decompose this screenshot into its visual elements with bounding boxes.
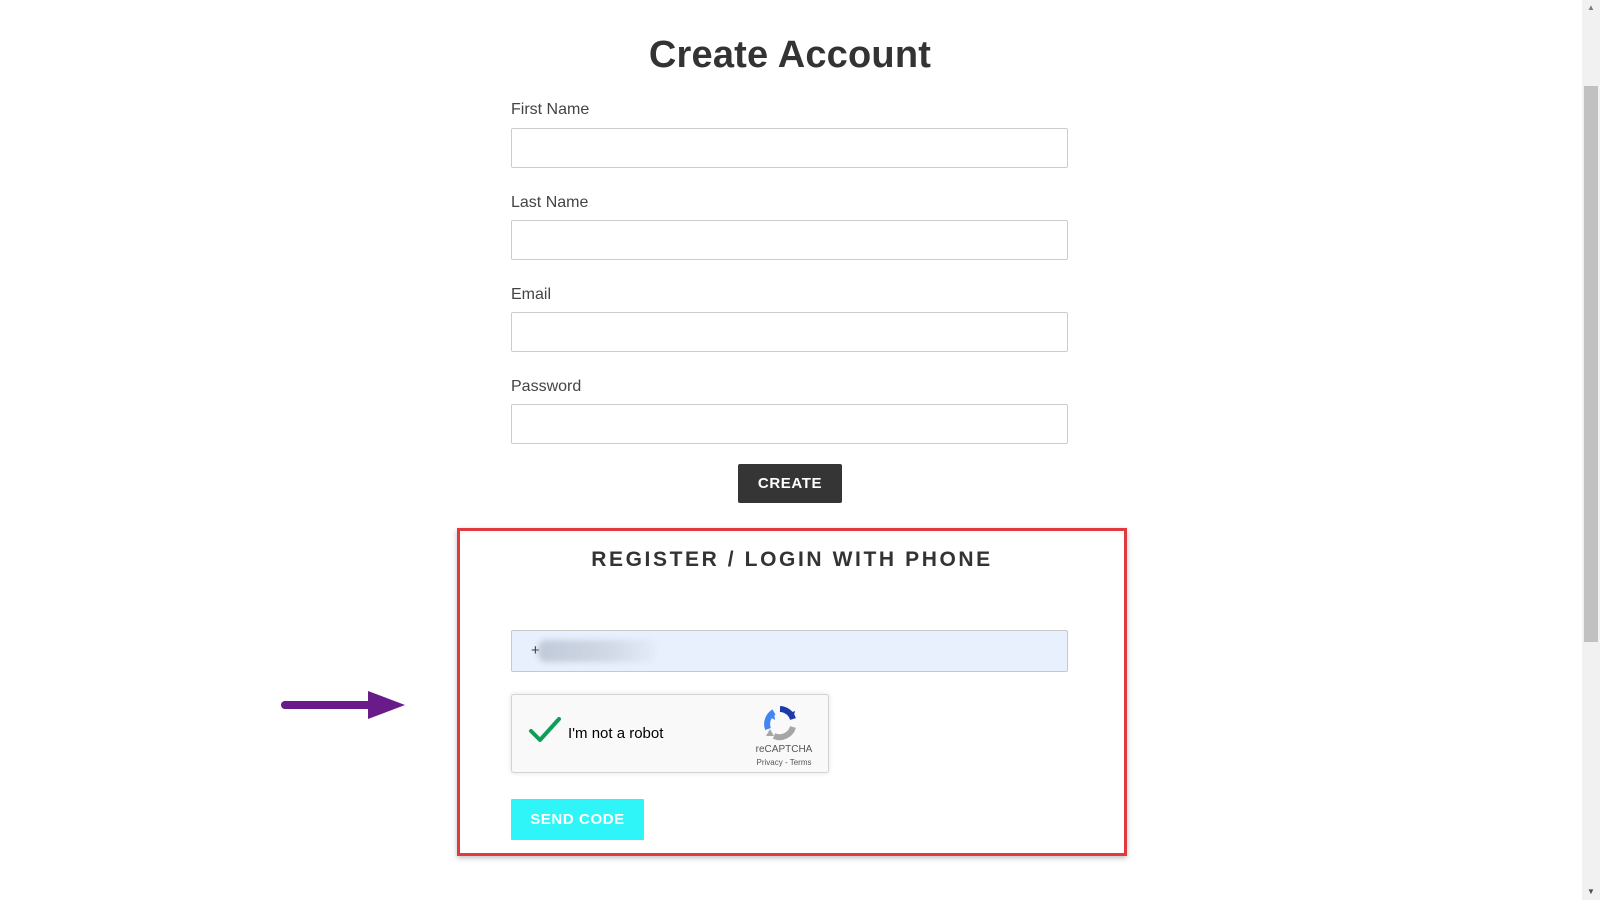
page-title: Create Account xyxy=(648,34,932,76)
last-name-label: Last Name xyxy=(511,194,589,211)
email-field[interactable] xyxy=(511,312,1068,352)
send-code-button[interactable]: SEND CODE xyxy=(511,799,644,840)
check-icon[interactable] xyxy=(528,715,562,745)
recaptcha-links[interactable]: Privacy - Terms xyxy=(742,758,826,767)
create-button[interactable]: CREATE xyxy=(738,464,842,503)
phone-section-title: REGISTER / LOGIN WITH PHONE xyxy=(591,548,993,571)
scroll-down-arrow-icon[interactable]: ▼ xyxy=(1582,884,1600,900)
password-label: Password xyxy=(511,378,582,395)
create-account-page: Create Account First Name Last Name Emai… xyxy=(0,0,1600,900)
redacted-phone-number xyxy=(538,640,656,662)
email-label: Email xyxy=(511,286,552,303)
arrow-right-icon xyxy=(281,691,405,719)
last-name-field[interactable] xyxy=(511,220,1068,260)
recaptcha-brand: reCAPTCHA xyxy=(755,744,813,755)
first-name-label: First Name xyxy=(511,101,590,118)
recaptcha-logo-icon xyxy=(764,706,796,741)
phone-input[interactable]: + xyxy=(511,630,1068,672)
first-name-field[interactable] xyxy=(511,128,1068,168)
recaptcha-label: I'm not a robot xyxy=(568,725,664,742)
vertical-scrollbar[interactable]: ▲ ▼ xyxy=(1582,0,1600,900)
scroll-thumb[interactable] xyxy=(1584,86,1598,642)
scroll-up-arrow-icon[interactable]: ▲ xyxy=(1582,0,1600,16)
recaptcha-widget: I'm not a robot reCAPTCHA Privacy - Term… xyxy=(511,694,829,773)
password-field[interactable] xyxy=(511,404,1068,444)
